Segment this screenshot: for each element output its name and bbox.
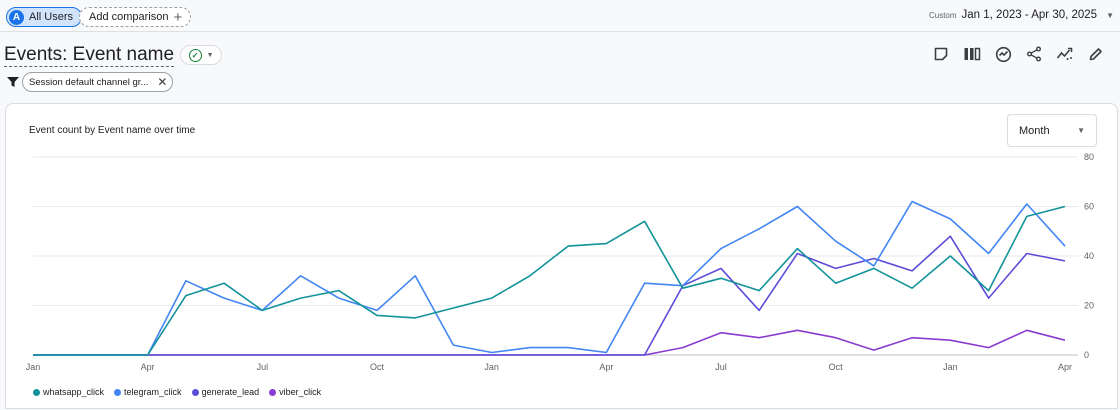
all-users-chip[interactable]: A All Users <box>6 7 83 27</box>
x-tick-label: Jan <box>943 362 958 372</box>
legend-dot <box>114 388 122 396</box>
series-line-viber_click <box>33 329 1066 356</box>
x-tick-label: Oct <box>829 362 844 372</box>
x-tick-label: Jul <box>715 362 727 372</box>
check-circle-icon: ✓ <box>188 48 202 62</box>
date-range-picker[interactable]: Custom Jan 1, 2023 - Apr 30, 2025 ▼ <box>929 9 1114 21</box>
edit-icon[interactable] <box>1086 45 1106 63</box>
compare-icon[interactable] <box>962 45 982 63</box>
filter-chip[interactable]: Session default channel gr... ✕ <box>22 72 174 92</box>
legend-item[interactable]: telegram_click <box>114 387 182 397</box>
user-avatar: A <box>9 9 24 25</box>
legend-item[interactable]: generate_lead <box>191 387 260 397</box>
note-icon[interactable] <box>931 45 951 63</box>
close-icon[interactable]: ✕ <box>157 75 167 89</box>
y-tick-label: 40 <box>1084 251 1094 261</box>
legend-item[interactable]: whatsapp_click <box>33 387 104 397</box>
filter-row: Session default channel gr... ✕ <box>6 72 174 92</box>
y-tick-label: 60 <box>1084 202 1094 212</box>
add-comparison-button[interactable]: Add comparison + <box>79 7 192 27</box>
chart-card: Event count by Event name over time Mont… <box>5 103 1118 409</box>
add-comparison-label: Add comparison <box>89 11 169 23</box>
legend-label: viber_click <box>279 387 322 397</box>
legend-dot <box>269 388 277 396</box>
plus-icon: + <box>173 8 183 26</box>
caret-down-icon: ▼ <box>1106 10 1114 20</box>
top-bar: A All Users Add comparison + Custom Jan … <box>0 0 1120 32</box>
x-tick-label: Apr <box>1058 362 1072 372</box>
legend-label: whatsapp_click <box>43 387 105 397</box>
report-status-button[interactable]: ✓ ▼ <box>180 45 223 65</box>
y-tick-label: 0 <box>1084 350 1089 360</box>
legend-label: telegram_click <box>124 387 182 397</box>
report-toolbar <box>931 45 1106 63</box>
filter-chip-label: Session default channel gr... <box>29 76 149 88</box>
filter-icon <box>7 77 19 87</box>
x-tick-label: Apr <box>599 362 613 372</box>
x-tick-label: Apr <box>141 362 155 372</box>
title-row: Events: Event name ✓ ▼ <box>4 42 223 68</box>
caret-down-icon: ▼ <box>206 51 214 59</box>
series-line-whatsapp_click <box>33 205 1066 356</box>
legend-dot <box>191 388 199 396</box>
date-range-custom-label: Custom <box>928 10 957 20</box>
y-tick-label: 80 <box>1084 152 1094 162</box>
chart-legend: whatsapp_click telegram_click generate_lea… <box>33 387 321 397</box>
share-icon[interactable] <box>1024 45 1044 63</box>
page-title[interactable]: Events: Event name <box>4 44 175 67</box>
line-chart: 0 20 40 60 80 Jan Apr Jul Oct Jan Apr Jul Oct Jan Apr <box>26 152 1094 372</box>
legend-dot <box>33 388 40 396</box>
y-tick-label: 20 <box>1084 301 1094 311</box>
insights-icon[interactable] <box>993 45 1013 63</box>
series-line-telegram_click <box>33 200 1066 356</box>
legend-label: generate_lead <box>201 387 260 397</box>
date-range-value: Jan 1, 2023 - Apr 30, 2025 <box>961 9 1098 21</box>
x-tick-label: Jul <box>257 362 269 372</box>
x-tick-label: Jan <box>484 362 499 372</box>
legend-item[interactable]: viber_click <box>269 387 321 397</box>
trend-icon[interactable] <box>1055 45 1075 63</box>
all-users-label: All Users <box>29 11 74 23</box>
x-tick-label: Jan <box>26 362 41 372</box>
x-tick-label: Oct <box>370 362 385 372</box>
